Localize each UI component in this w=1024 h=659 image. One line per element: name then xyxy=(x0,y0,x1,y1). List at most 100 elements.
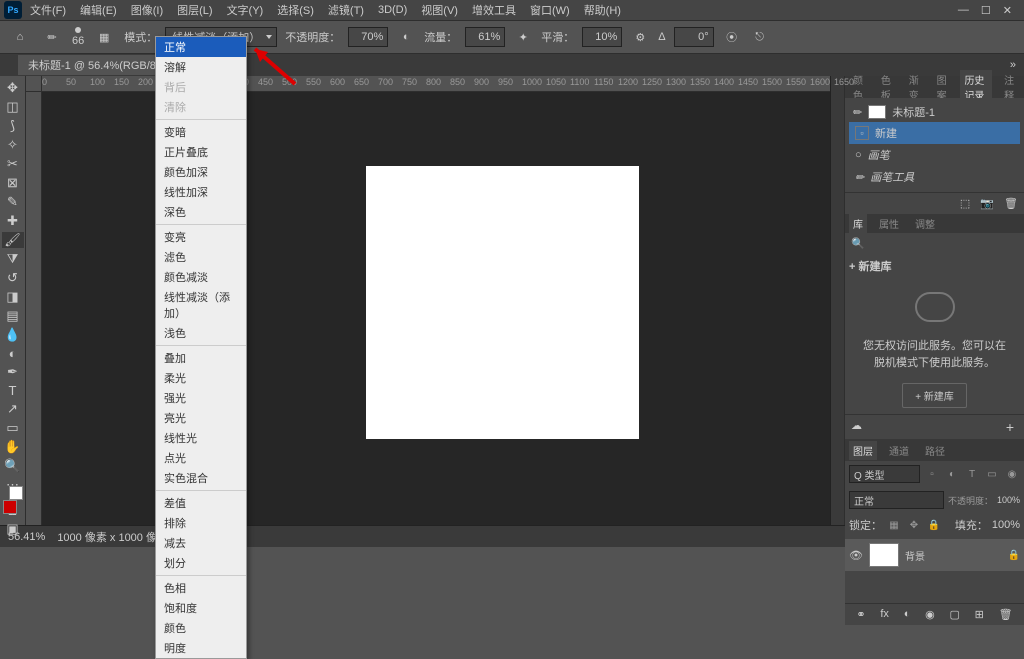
blur-tool-icon[interactable]: 💧 xyxy=(2,327,24,343)
layer-filter-dropdown[interactable]: Q 类型 xyxy=(849,465,920,483)
blend-mode-option[interactable]: 线性减淡（添加） xyxy=(156,287,246,323)
history-item-new[interactable]: ▫ 新建 xyxy=(849,122,1020,144)
new-layer-icon[interactable]: ⊞ xyxy=(975,608,984,621)
new-library-button[interactable]: + 新建库 xyxy=(902,383,967,408)
menu-type[interactable]: 文字(Y) xyxy=(221,0,270,20)
filter-smart-icon[interactable]: ◉ xyxy=(1004,466,1020,482)
layer-opacity-value[interactable]: 100% xyxy=(997,495,1020,505)
blend-mode-option[interactable]: 划分 xyxy=(156,553,246,573)
tab-properties[interactable]: 属性 xyxy=(875,214,903,233)
blend-mode-option[interactable]: 叠加 xyxy=(156,348,246,368)
path-tool-icon[interactable]: ↗ xyxy=(2,401,24,417)
new-snapshot-icon[interactable]: ⬚ xyxy=(960,197,970,210)
tab-library[interactable]: 库 xyxy=(849,214,867,233)
blend-mode-option[interactable]: 实色混合 xyxy=(156,468,246,488)
delete-icon[interactable]: 🗑 xyxy=(999,608,1013,621)
filter-img-icon[interactable]: ▫ xyxy=(924,466,940,482)
menu-view[interactable]: 视图(V) xyxy=(415,0,464,20)
pressure-size-icon[interactable]: ⦿ xyxy=(722,27,742,47)
brush-panel-icon[interactable]: ▦ xyxy=(92,25,116,49)
angle-input[interactable]: 0° xyxy=(674,27,714,47)
menu-window[interactable]: 窗口(W) xyxy=(524,0,576,20)
blend-mode-option[interactable]: 变暗 xyxy=(156,122,246,142)
add-icon[interactable]: + xyxy=(1002,419,1018,435)
zoom-value[interactable]: 56.41% xyxy=(8,531,45,543)
blend-mode-option[interactable]: 柔光 xyxy=(156,368,246,388)
gradient-tool-icon[interactable]: ▤ xyxy=(2,308,24,324)
document-canvas[interactable] xyxy=(366,166,639,439)
camera-icon[interactable]: 📷 xyxy=(980,197,994,210)
menu-help[interactable]: 帮助(H) xyxy=(578,0,627,20)
menu-enhance[interactable]: 增效工具 xyxy=(466,0,522,20)
layer-blend-dropdown[interactable]: 正常 xyxy=(849,491,944,509)
smoothing-options-icon[interactable]: ⚙ xyxy=(630,27,650,47)
zoom-tool-icon[interactable]: 🔍 xyxy=(2,458,24,474)
close-button[interactable]: ✕ xyxy=(1003,4,1012,17)
type-tool-icon[interactable]: T xyxy=(2,383,24,398)
filter-shape-icon[interactable]: ▭ xyxy=(984,466,1000,482)
crop-tool-icon[interactable]: ✂ xyxy=(2,156,24,172)
blend-mode-option[interactable]: 溶解 xyxy=(156,57,246,77)
add-library-button[interactable]: + 新建库 xyxy=(845,254,1024,278)
blend-mode-option[interactable]: 正常 xyxy=(156,37,246,57)
brush-size-picker[interactable]: 66 xyxy=(72,27,84,47)
menu-edit[interactable]: 编辑(E) xyxy=(74,0,123,20)
blend-mode-option[interactable]: 明度 xyxy=(156,638,246,658)
lock-pixels-icon[interactable]: ▦ xyxy=(886,517,902,533)
blend-mode-option[interactable]: 强光 xyxy=(156,388,246,408)
flow-input[interactable]: 61% xyxy=(465,27,505,47)
stamp-tool-icon[interactable]: ⧩ xyxy=(2,251,24,267)
pen-tool-icon[interactable]: ✒ xyxy=(2,364,24,380)
eraser-tool-icon[interactable]: ◨ xyxy=(2,289,24,305)
tab-channels[interactable]: 通道 xyxy=(885,441,913,460)
cloud-sync-icon[interactable]: ☁ xyxy=(851,419,862,435)
eyedropper-tool-icon[interactable]: ✎ xyxy=(2,194,24,210)
blend-mode-option[interactable]: 减去 xyxy=(156,533,246,553)
wand-tool-icon[interactable]: ✧ xyxy=(2,137,24,153)
blend-mode-option[interactable]: 颜色加深 xyxy=(156,162,246,182)
tab-layers[interactable]: 图层 xyxy=(849,441,877,460)
brush-tool-icon[interactable]: 🖌 xyxy=(2,232,24,248)
frame-tool-icon[interactable]: ⊠ xyxy=(2,175,24,191)
hand-tool-icon[interactable]: ✋ xyxy=(2,439,24,455)
menu-select[interactable]: 选择(S) xyxy=(271,0,320,20)
layer-fill-value[interactable]: 100% xyxy=(992,519,1020,531)
blend-mode-option[interactable]: 亮光 xyxy=(156,408,246,428)
history-item-brushtool[interactable]: ✏ 画笔工具 xyxy=(849,166,1020,188)
blend-mode-option[interactable]: 线性加深 xyxy=(156,182,246,202)
history-brush-tool-icon[interactable]: ↺ xyxy=(2,270,24,286)
visibility-icon[interactable]: 👁 xyxy=(849,549,863,562)
airbrush-icon[interactable]: ✦ xyxy=(513,27,533,47)
minimize-button[interactable]: — xyxy=(958,4,969,17)
adjustment-icon[interactable]: ◉ xyxy=(925,608,935,621)
lock-position-icon[interactable]: ✥ xyxy=(906,517,922,533)
fx-icon[interactable]: fx xyxy=(880,608,889,621)
filter-type-icon[interactable]: T xyxy=(964,466,980,482)
history-item-brush[interactable]: ○ 画笔 xyxy=(849,144,1020,166)
smoothing-input[interactable]: 10% xyxy=(582,27,622,47)
tab-paths[interactable]: 路径 xyxy=(921,441,949,460)
maximize-button[interactable]: ☐ xyxy=(981,4,991,17)
group-icon[interactable]: ▢ xyxy=(949,608,959,621)
brush-preview-icon[interactable]: ✏ xyxy=(40,25,64,49)
shape-tool-icon[interactable]: ▭ xyxy=(2,420,24,436)
blend-mode-option[interactable]: 色相 xyxy=(156,578,246,598)
menu-filter[interactable]: 滤镜(T) xyxy=(322,0,370,20)
blend-mode-option[interactable]: 深色 xyxy=(156,202,246,222)
lock-all-icon[interactable]: 🔒 xyxy=(926,517,942,533)
blend-mode-option[interactable]: 正片叠底 xyxy=(156,142,246,162)
home-icon[interactable]: ⌂ xyxy=(8,25,32,49)
menu-3d[interactable]: 3D(D) xyxy=(372,2,413,18)
layer-row-background[interactable]: 👁 背景 🔒 xyxy=(845,539,1024,571)
link-icon[interactable]: ⚭ xyxy=(856,608,865,621)
opacity-input[interactable]: 70% xyxy=(348,27,388,47)
filter-adj-icon[interactable]: ◐ xyxy=(944,466,960,482)
blend-mode-option[interactable]: 线性光 xyxy=(156,428,246,448)
blend-mode-option[interactable]: 变亮 xyxy=(156,227,246,247)
menu-image[interactable]: 图像(I) xyxy=(125,0,169,20)
blend-mode-option[interactable]: 颜色减淡 xyxy=(156,267,246,287)
history-snapshot[interactable]: ✏ 未标题-1 xyxy=(849,102,1020,122)
collapsed-panel-strip[interactable] xyxy=(830,76,844,525)
tab-adjustments[interactable]: 调整 xyxy=(911,214,939,233)
dodge-tool-icon[interactable]: ◐ xyxy=(2,346,24,361)
